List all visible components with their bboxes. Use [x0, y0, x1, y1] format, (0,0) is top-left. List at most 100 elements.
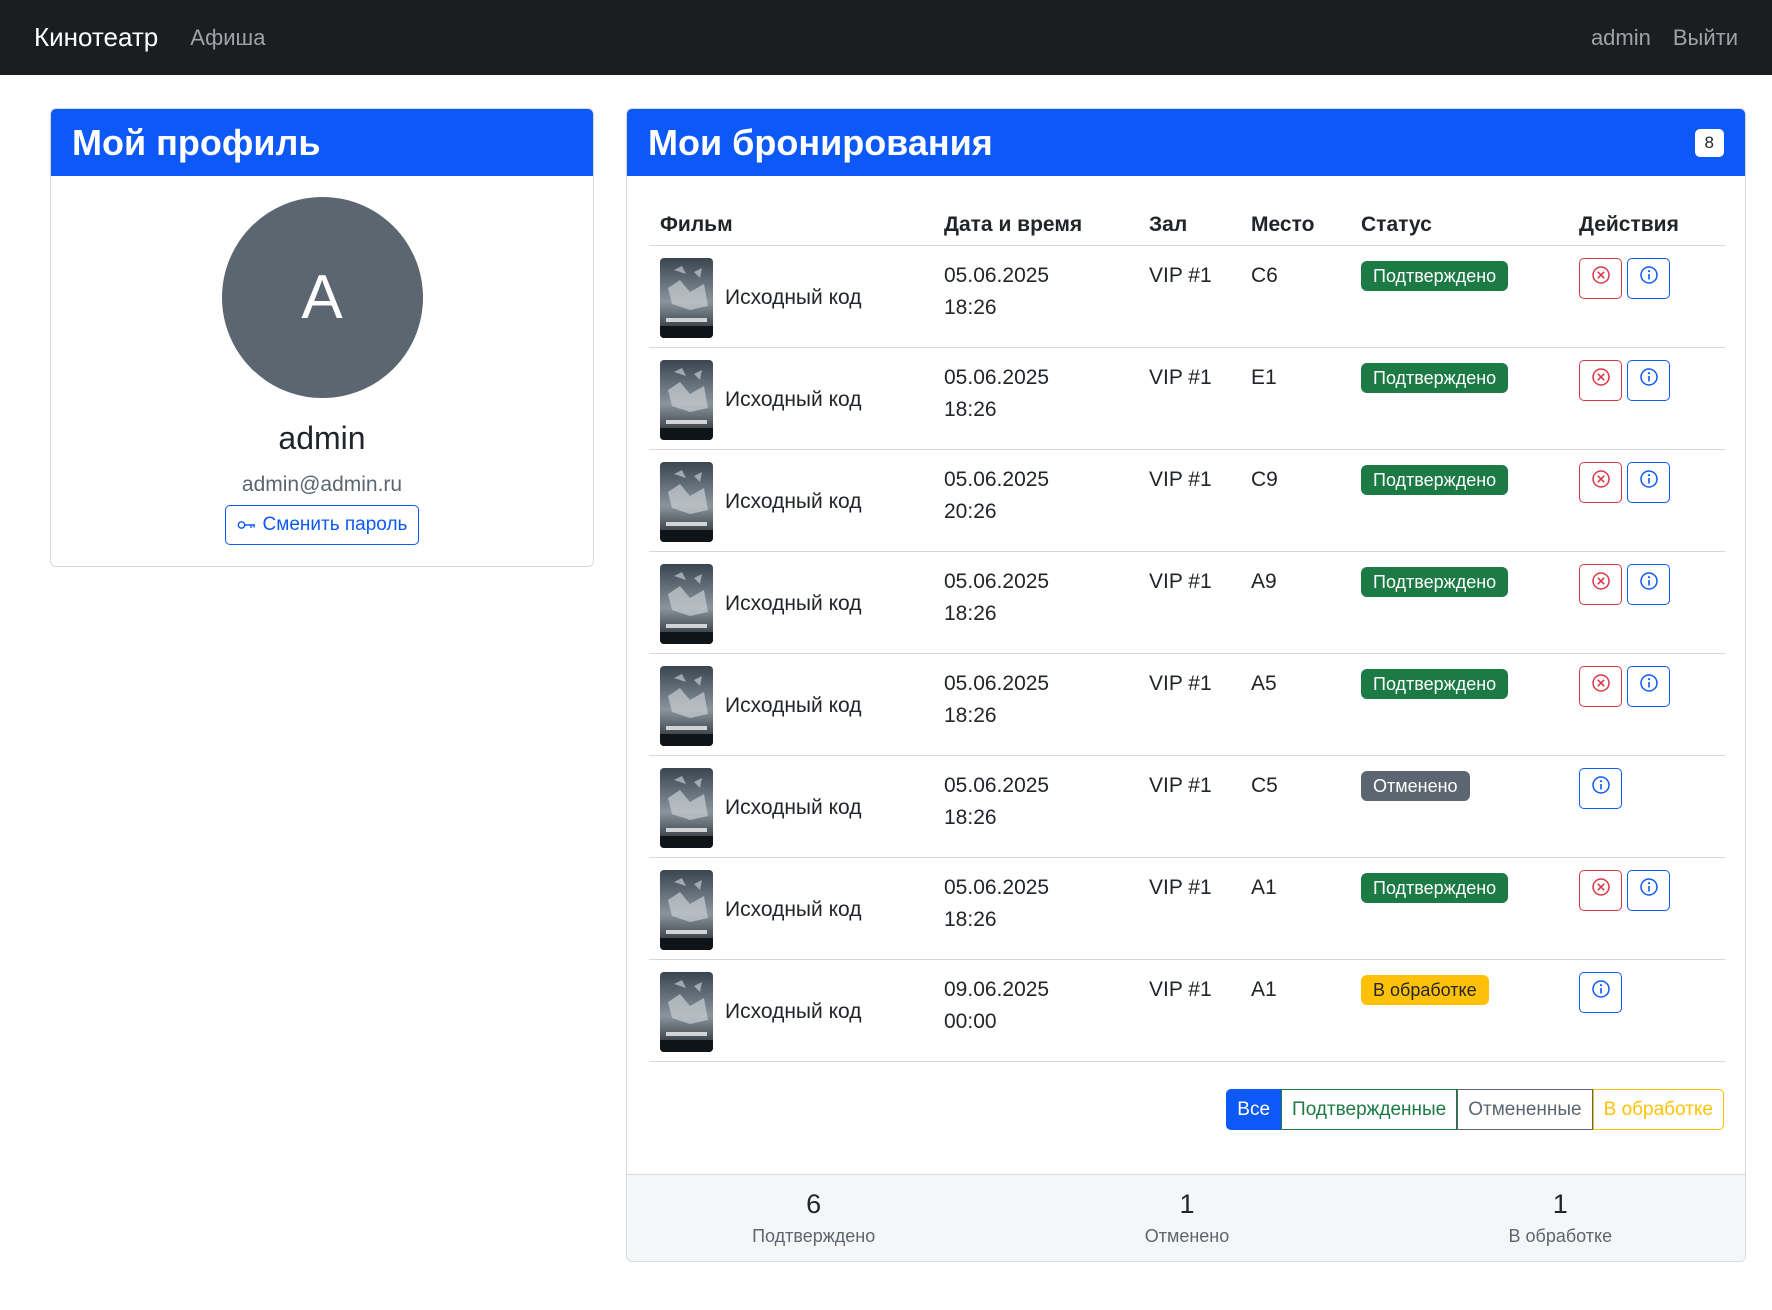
booking-date: 05.06.2025 [944, 468, 1050, 491]
booking-info-button[interactable] [1627, 870, 1670, 911]
table-row: Исходный код 05.06.2025 18:26 VIP #1 C5 Отмен… [649, 756, 1725, 858]
film-title[interactable]: Исходный код [725, 384, 861, 416]
info-icon [1591, 773, 1611, 805]
booking-time: 18:26 [944, 806, 997, 829]
booking-info-button[interactable] [1579, 972, 1622, 1013]
cancel-icon [1591, 875, 1611, 907]
cancel-booking-button[interactable] [1579, 666, 1622, 707]
cancel-booking-button[interactable] [1579, 564, 1622, 605]
profile-card: Мой профиль A admin admin@admin.ru Смени… [50, 108, 594, 567]
booking-info-button[interactable] [1627, 564, 1670, 605]
booking-time: 20:26 [944, 500, 997, 523]
navbar-right: admin Выйти [1591, 25, 1738, 51]
navbar: Кинотеатр Афиша admin Выйти [0, 0, 1772, 75]
table-row: Исходный код 05.06.2025 18:26 VIP #1 A5 Подтв… [649, 654, 1725, 756]
film-title[interactable]: Исходный код [725, 894, 861, 926]
status-cell: В обработке [1350, 960, 1568, 1061]
film-cell: Исходный код [649, 348, 933, 440]
nav-link-user[interactable]: admin [1591, 25, 1651, 51]
header-status: Статус [1361, 212, 1432, 236]
cancel-booking-button[interactable] [1579, 870, 1622, 911]
datetime-cell: 05.06.2025 18:26 [933, 858, 1138, 959]
table-row: Исходный код 05.06.2025 20:26 VIP #1 C9 Подтв… [649, 450, 1725, 552]
cancel-icon [1591, 365, 1611, 397]
film-poster-image[interactable] [660, 870, 713, 950]
navbar-brand[interactable]: Кинотеатр [34, 22, 158, 53]
cancel-booking-button[interactable] [1579, 462, 1622, 503]
booking-info-button[interactable] [1627, 258, 1670, 299]
status-cell: Подтверждено [1350, 654, 1568, 755]
stat-label: Отменено [1144, 1226, 1230, 1246]
filter-button[interactable]: Отмененные [1457, 1089, 1593, 1130]
actions-cell [1568, 756, 1725, 857]
booking-date: 05.06.2025 [944, 366, 1050, 389]
filter-button[interactable]: Подтвержденные [1281, 1089, 1458, 1130]
booking-info-button[interactable] [1627, 666, 1670, 707]
film-poster-image[interactable] [660, 768, 713, 848]
booking-date: 05.06.2025 [944, 570, 1050, 593]
actions-cell [1568, 960, 1725, 1061]
film-poster-image[interactable] [660, 462, 713, 542]
cancel-booking-button[interactable] [1579, 360, 1622, 401]
film-title[interactable]: Исходный код [725, 996, 861, 1028]
film-poster-image[interactable] [660, 258, 713, 338]
status-badge: Подтверждено [1361, 363, 1509, 393]
key-icon [237, 521, 255, 529]
change-password-button[interactable]: Сменить пароль [224, 505, 420, 545]
film-poster-image[interactable] [660, 564, 713, 644]
filter-button[interactable]: Все [1226, 1089, 1282, 1130]
booking-date: 05.06.2025 [944, 876, 1050, 899]
booking-date: 05.06.2025 [944, 264, 1050, 287]
film-cell: Исходный код [649, 450, 933, 542]
filter-button[interactable]: В обработке [1592, 1089, 1724, 1130]
booking-time: 18:26 [944, 398, 997, 421]
film-title[interactable]: Исходный код [725, 588, 861, 620]
table-header: Фильм Дата и время Зал Место Статус Дейс… [649, 204, 1725, 246]
nav-link-afisha[interactable]: Афиша [190, 25, 265, 51]
actions-cell [1568, 450, 1725, 551]
film-cell: Исходный код [649, 552, 933, 644]
bookings-count-badge: 8 [1694, 128, 1724, 157]
datetime-cell: 05.06.2025 18:26 [933, 348, 1138, 449]
avatar: A [221, 197, 423, 398]
booking-info-button[interactable] [1627, 360, 1670, 401]
film-poster-image[interactable] [660, 666, 713, 746]
film-title[interactable]: Исходный код [725, 486, 861, 518]
booking-time: 18:26 [944, 704, 997, 727]
nav-link-logout[interactable]: Выйти [1673, 25, 1738, 51]
actions-cell [1568, 654, 1725, 755]
table-row: Исходный код 05.06.2025 18:26 VIP #1 C6 Подтв… [649, 246, 1725, 348]
status-badge: Подтверждено [1361, 567, 1509, 597]
seat-cell: A9 [1251, 570, 1277, 593]
cancel-icon [1591, 467, 1611, 499]
datetime-cell: 05.06.2025 18:26 [933, 552, 1138, 653]
film-poster-image[interactable] [660, 360, 713, 440]
status-cell: Подтверждено [1350, 450, 1568, 551]
datetime-cell: 09.06.2025 00:00 [933, 960, 1138, 1061]
datetime-cell: 05.06.2025 18:26 [933, 654, 1138, 755]
header-datetime: Дата и время [944, 212, 1083, 236]
info-icon [1639, 875, 1659, 907]
cancel-icon [1591, 263, 1611, 295]
profile-name: admin [278, 420, 366, 456]
film-title[interactable]: Исходный код [725, 282, 861, 314]
table-row: Исходный код 09.06.2025 00:00 VIP #1 A1 В обр… [649, 960, 1725, 1062]
status-cell: Подтверждено [1350, 348, 1568, 449]
booking-info-button[interactable] [1627, 462, 1670, 503]
actions-cell [1568, 348, 1725, 449]
film-poster-image[interactable] [660, 972, 713, 1052]
film-cell: Исходный код [649, 960, 933, 1052]
status-filter-group: Все Подтвержденные Отмененные В обработке [1226, 1089, 1724, 1130]
hall-cell: VIP #1 [1149, 774, 1212, 797]
bookings-card-header: Мои бронирования 8 [627, 109, 1745, 176]
film-title[interactable]: Исходный код [725, 690, 861, 722]
cancel-booking-button[interactable] [1579, 258, 1622, 299]
status-cell: Подтверждено [1350, 552, 1568, 653]
stat-value: 6 [806, 1189, 822, 1219]
booking-info-button[interactable] [1579, 768, 1622, 809]
seat-cell: A5 [1251, 672, 1277, 695]
seat-cell: E1 [1251, 366, 1277, 389]
seat-cell: A1 [1251, 978, 1277, 1001]
film-title[interactable]: Исходный код [725, 792, 861, 824]
booking-time: 18:26 [944, 908, 997, 931]
